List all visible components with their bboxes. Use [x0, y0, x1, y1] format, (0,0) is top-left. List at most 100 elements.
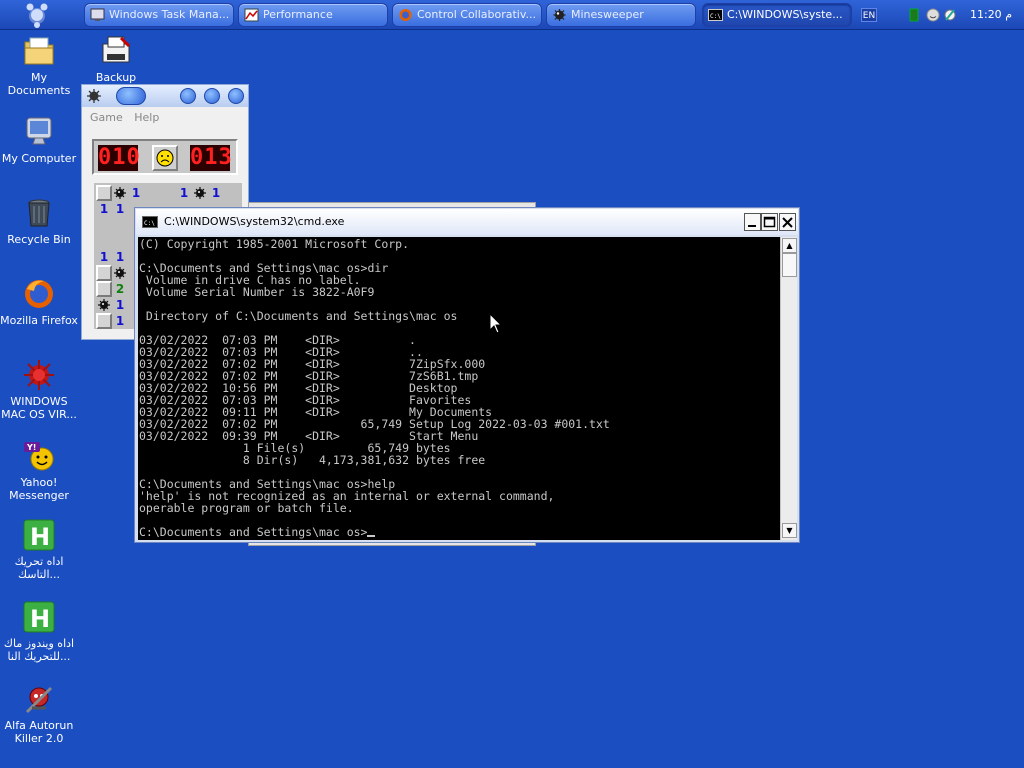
mine-cell-number: 1 — [99, 250, 109, 264]
desktop-icon-label: اداه تحريك التاسك... — [14, 555, 64, 581]
desktop-icon-yahoo-messenger[interactable]: Y! Yahoo! Messenger — [0, 439, 78, 502]
mine-cell[interactable] — [96, 313, 112, 329]
desktop-icon-label: WINDOWS MAC OS VIR... — [1, 395, 77, 421]
console-line: Directory of C:\Documents and Settings\m… — [139, 309, 458, 323]
mine-cell[interactable] — [96, 185, 112, 201]
desktop-icon-windows-mac-os[interactable]: WINDOWS MAC OS VIR... — [0, 358, 78, 421]
mine-icon — [114, 267, 126, 279]
console-line: 8 Dir(s) 4,173,381,632 bytes free — [139, 453, 486, 467]
smiley-reset-button[interactable] — [152, 145, 178, 171]
cmd-close-button[interactable] — [779, 213, 796, 231]
desktop-icon-label: My Documents — [7, 71, 71, 97]
cmd-icon: C:\ — [142, 216, 158, 228]
taskbar-button-performance[interactable]: Performance — [238, 3, 388, 27]
desktop-icon-taskbar-tool[interactable]: H اداه تحريك التاسك... — [0, 518, 78, 581]
firefox-icon — [399, 9, 412, 21]
svg-text:Y!: Y! — [26, 443, 36, 452]
mine-cell[interactable] — [96, 265, 112, 281]
taskbar-button-label: Minesweeper — [571, 8, 644, 21]
virus-icon — [24, 360, 54, 390]
recycle-bin-icon — [28, 199, 50, 227]
desktop-icon-mac-windows-tool[interactable]: H اداه ويندوز ماك للتحريك النا... — [0, 600, 78, 663]
desktop-icon-label: Alfa Autorun Killer 2.0 — [4, 719, 74, 745]
menu-help[interactable]: Help — [134, 111, 159, 124]
scroll-up-button[interactable]: ▲ — [782, 238, 797, 253]
mine-cell-number: 1 — [99, 202, 109, 216]
taskbar-button-firefox[interactable]: Control Collaborativ... — [392, 3, 542, 27]
desktop-icon-my-documents[interactable]: My Documents — [0, 34, 78, 97]
mine-cell-number: 1 — [115, 202, 125, 216]
minesweeper-maximize-button[interactable] — [204, 88, 220, 104]
h-tool-icon: H — [23, 601, 55, 633]
minesweeper-close-button[interactable] — [228, 88, 244, 104]
folder-documents-icon — [24, 37, 54, 65]
mine-cell-number: 1 — [179, 186, 189, 200]
vertical-scrollbar[interactable]: ▲ ▼ — [780, 237, 797, 540]
sad-face-icon — [156, 149, 174, 167]
mine-cell — [112, 185, 128, 201]
desktop-icon-label: Mozilla Firefox — [0, 314, 78, 327]
desktop-icon-backup[interactable]: Backup — [77, 34, 155, 84]
taskbar-button-task-manager[interactable]: Windows Task Mana... — [84, 3, 234, 27]
svg-text:H: H — [30, 523, 50, 551]
cmd-window[interactable]: C:\ C:\WINDOWS\system32\cmd.exe (C) Copy… — [134, 207, 800, 543]
cmd-icon: C:\ — [708, 9, 723, 21]
text-cursor — [367, 535, 376, 537]
mine-cell — [96, 297, 112, 313]
start-logo-icon — [26, 3, 48, 28]
mine-cell-number: 1 — [131, 186, 141, 200]
minesweeper-title-bar[interactable] — [82, 85, 248, 107]
mine-counter: 010 — [98, 145, 141, 171]
task-manager-icon — [90, 8, 105, 21]
mine-cell-number: 2 — [115, 282, 125, 296]
yahoo-messenger-icon: Y! — [24, 442, 54, 471]
scroll-down-button[interactable]: ▼ — [782, 523, 797, 538]
mine-cell-number: 1 — [115, 314, 125, 328]
taskbar-button-cmd[interactable]: C:\ C:\WINDOWS\syste... — [702, 3, 852, 27]
mouse-pointer-icon — [489, 313, 503, 334]
desktop-icon-alfa-autorun-killer[interactable]: Alfa Autorun Killer 2.0 — [0, 682, 78, 745]
h-tool-icon: H — [23, 519, 55, 551]
desktop-icon-my-computer[interactable]: My Computer — [0, 115, 78, 165]
mine-cell — [112, 265, 128, 281]
svg-text:H: H — [30, 605, 50, 633]
taskbar-button-minesweeper[interactable]: Minesweeper — [546, 3, 696, 27]
scroll-thumb[interactable] — [782, 253, 797, 277]
smiley-tray-icon — [926, 8, 940, 22]
start-button[interactable] — [22, 1, 52, 29]
taskbar-button-label: Windows Task Mana... — [109, 8, 230, 21]
svg-text:C:\: C:\ — [144, 220, 155, 227]
mine-cell[interactable] — [96, 281, 112, 297]
desktop-icon-label: Yahoo! Messenger — [9, 476, 69, 502]
cmd-minimize-button[interactable] — [744, 213, 761, 231]
desktop-icon-firefox[interactable]: Mozilla Firefox — [0, 277, 78, 327]
minesweeper-title-pill — [116, 87, 146, 105]
maximize-icon — [763, 216, 776, 228]
svg-text:C:\: C:\ — [710, 13, 721, 20]
console-line: C:\Documents and Settings\mac os> — [139, 525, 368, 539]
language-indicator[interactable]: EN — [861, 8, 877, 22]
taskbar-button-label: Control Collaborativ... — [417, 8, 537, 21]
cmd-title: C:\WINDOWS\system32\cmd.exe — [164, 215, 345, 228]
minesweeper-menu-bar: Game Help — [82, 109, 248, 127]
mine-cell-number: 1 — [211, 186, 221, 200]
menu-game[interactable]: Game — [90, 111, 123, 124]
close-icon — [782, 217, 793, 228]
cmd-title-bar[interactable]: C:\ C:\WINDOWS\system32\cmd.exe — [136, 209, 798, 235]
minesweeper-minimize-button[interactable] — [180, 88, 196, 104]
performance-icon — [244, 8, 259, 22]
desktop-icon-recycle-bin[interactable]: Recycle Bin — [0, 196, 78, 246]
console-output[interactable]: (C) Copyright 1985-2001 Microsoft Corp. … — [138, 237, 780, 540]
cmd-maximize-button[interactable] — [761, 213, 778, 231]
mine-cell-number: 1 — [115, 250, 125, 264]
taskbar: Windows Task Mana... Performance Control… — [0, 0, 1024, 30]
minimize-icon — [748, 225, 756, 227]
mine-cell-number: 1 — [115, 298, 125, 312]
autorun-killer-icon — [25, 686, 53, 714]
backup-icon — [102, 36, 131, 63]
mine-icon — [114, 187, 126, 199]
taskbar-button-label: C:\WINDOWS\syste... — [727, 8, 843, 21]
minesweeper-icon — [87, 89, 101, 103]
performance-tray-icon — [909, 8, 919, 22]
clock[interactable]: 11:20 م — [966, 8, 1016, 22]
